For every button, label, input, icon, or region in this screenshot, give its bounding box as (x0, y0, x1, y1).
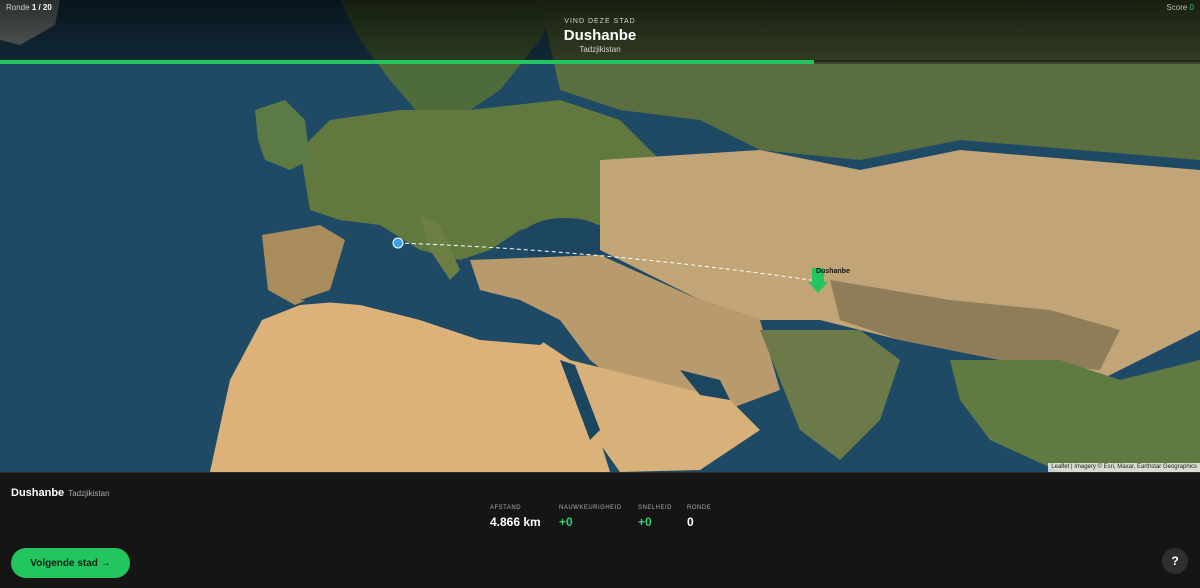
result-city: Dushanbe (11, 487, 65, 499)
stat-label: RONDE (687, 505, 712, 511)
stat-value: 0 (687, 515, 694, 529)
score-label: Score (1166, 3, 1188, 12)
result-country: Tadzjikistan (68, 489, 110, 498)
stat-label: NAUWKEURIGHEID (559, 505, 622, 511)
score-indicator: Score 0 (1166, 3, 1194, 12)
stat-speed: SNELHEID +0 (638, 505, 672, 529)
stat-label: SNELHEID (638, 505, 673, 511)
score-value: 0 (1189, 3, 1194, 12)
target-city: Dushanbe (563, 27, 637, 44)
stat-value: +0 (559, 515, 573, 529)
stat-round: RONDE 0 (687, 505, 711, 529)
game-header: Ronde 1 / 20 Score 0 VIND DEZE STAD Dush… (0, 0, 1200, 62)
map-view[interactable]: Dushanbe Ronde 1 / 20 Score 0 VIND DEZE … (0, 0, 1200, 472)
stat-accuracy: NAUWKEURIGHEID +0 (559, 505, 622, 529)
result-title: Dushanbe Tadzjikistan (11, 487, 110, 499)
next-city-button[interactable]: Volgende stad → (11, 548, 130, 578)
progress-fill (0, 60, 814, 64)
stat-label: AFSTAND (490, 505, 522, 511)
target-marker-label: Dushanbe (816, 268, 850, 275)
distance-line (397, 242, 819, 282)
round-progress-bar (0, 60, 1200, 64)
result-panel: Dushanbe Tadzjikistan AFSTAND 4.866 km NA… (0, 472, 1200, 588)
map-attribution[interactable]: Leaflet | Imagery © Esri, Maxar, Earthst… (1048, 463, 1200, 472)
target-country: Tadzjikistan (579, 45, 621, 54)
round-label: Ronde (6, 3, 30, 12)
prompt-label: VIND DEZE STAD (564, 18, 636, 25)
guess-marker (392, 237, 404, 249)
city-prompt: VIND DEZE STAD Dushanbe Tadzjikistan (0, 18, 1200, 54)
help-button[interactable]: ? (1162, 548, 1188, 574)
round-indicator: Ronde 1 / 20 (6, 3, 52, 12)
stat-value: +0 (638, 515, 652, 529)
stat-distance: AFSTAND 4.866 km (490, 505, 541, 529)
stat-value: 4.866 km (490, 515, 541, 529)
guess-overlay (392, 237, 828, 293)
round-value: 1 / 20 (31, 3, 52, 12)
